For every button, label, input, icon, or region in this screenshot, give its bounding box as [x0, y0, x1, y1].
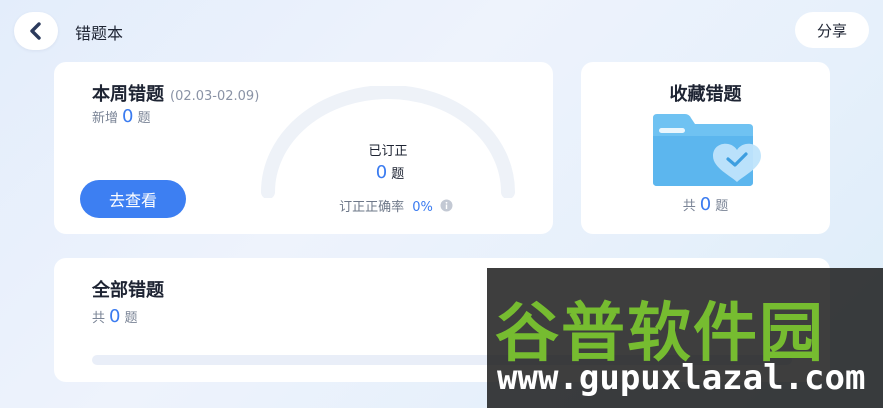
info-icon[interactable] [440, 199, 453, 212]
corrected-label: 已订正 [368, 144, 408, 159]
new-unit: 题 [137, 111, 151, 126]
share-button[interactable]: 分享 [795, 12, 869, 48]
favorites-title: 收藏错题 [669, 84, 742, 105]
new-count-row: 新增 0 题 [92, 106, 150, 127]
favorites-prefix: 共 [682, 199, 696, 214]
corrected-count-row: 0题 [338, 162, 438, 183]
watermark: 谷普软件园 www.gupuxlazal.com [487, 268, 883, 408]
back-button[interactable] [14, 12, 58, 50]
all-prefix: 共 [92, 311, 106, 326]
all-count-row: 共0题 [92, 306, 137, 327]
accuracy-value: 0% [412, 200, 433, 215]
date-range: (02.03-02.09) [170, 89, 260, 104]
new-count: 0 [122, 106, 134, 127]
all-count: 0 [109, 306, 121, 327]
folder-heart-icon [653, 114, 761, 186]
favorites-count: 0 [699, 194, 712, 215]
weekly-card: 本周错题 (02.03-02.09) 新增 0 题 去查看 已订正 0题 订正正确率 … [54, 62, 553, 234]
view-button[interactable]: 去查看 [80, 180, 186, 218]
all-title: 全部错题 [92, 280, 164, 301]
weekly-title: 本周错题 [92, 84, 164, 105]
favorites-unit: 题 [715, 199, 729, 214]
favorites-card[interactable]: 收藏错题 共0题 [581, 62, 830, 234]
all-unit: 题 [124, 311, 138, 326]
weekly-title-row: 本周错题 (02.03-02.09) [92, 80, 259, 106]
favorites-count-row: 共0题 [581, 194, 830, 215]
corrected-count: 0 [375, 162, 388, 183]
watermark-en: www.gupuxlazal.com [497, 358, 866, 398]
chevron-left-icon [30, 22, 41, 40]
new-label: 新增 [92, 111, 119, 126]
corrected-unit: 题 [391, 167, 405, 182]
accuracy-label: 订正正确率 [339, 200, 405, 215]
page-title: 错题本 [75, 24, 124, 43]
